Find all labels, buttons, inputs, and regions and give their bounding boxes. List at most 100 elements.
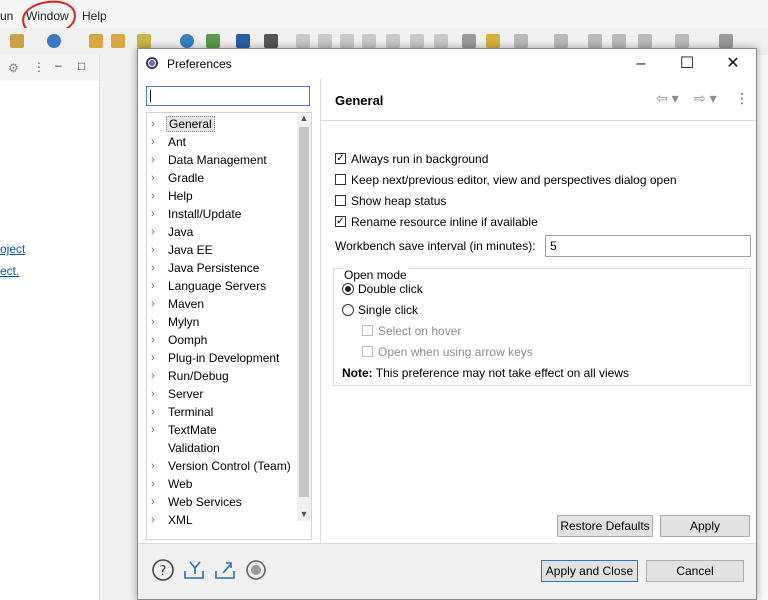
- tree-item-general[interactable]: › General: [147, 115, 297, 133]
- tree-item-mylyn[interactable]: › Mylyn: [147, 313, 297, 331]
- menu-run[interactable]: un: [0, 9, 13, 23]
- last-edit-icon[interactable]: [588, 34, 602, 48]
- expand-chevron-icon[interactable]: ›: [151, 223, 155, 241]
- tree-vertical-scrollbar[interactable]: ▲ ▼: [297, 113, 311, 521]
- import-icon[interactable]: [182, 558, 206, 582]
- checkbox-box[interactable]: [335, 195, 346, 206]
- globe-icon[interactable]: [180, 34, 194, 48]
- menu-help[interactable]: Help: [82, 9, 107, 23]
- checkbox-box[interactable]: [335, 174, 346, 185]
- tree-item-web-services[interactable]: › Web Services: [147, 493, 297, 511]
- tree-item-language-servers[interactable]: › Language Servers: [147, 277, 297, 295]
- tree-item-java[interactable]: › Java: [147, 223, 297, 241]
- expand-chevron-icon[interactable]: ›: [151, 205, 155, 223]
- link-project[interactable]: oject: [0, 242, 25, 256]
- expand-chevron-icon[interactable]: ›: [151, 115, 155, 133]
- run-icon[interactable]: [206, 34, 220, 48]
- console-icon[interactable]: [236, 34, 250, 48]
- expand-chevron-icon[interactable]: ›: [151, 313, 155, 331]
- expand-chevron-icon[interactable]: ›: [151, 385, 155, 403]
- minimize-icon[interactable]: –: [55, 58, 62, 72]
- forward-arrow-icon[interactable]: ⇨ ▾: [694, 90, 717, 107]
- pin-icon[interactable]: [137, 34, 151, 48]
- tree-item-java-ee[interactable]: › Java EE: [147, 241, 297, 259]
- close-button[interactable]: ✕: [710, 49, 756, 79]
- open-project-icon[interactable]: [111, 34, 125, 48]
- tree-item-data-management[interactable]: › Data Management: [147, 151, 297, 169]
- step-return-icon[interactable]: [434, 34, 448, 48]
- filter-input[interactable]: [146, 86, 310, 106]
- back-icon[interactable]: [638, 34, 652, 48]
- tree-item-run-debug[interactable]: › Run/Debug: [147, 367, 297, 385]
- scroll-thumb[interactable]: [299, 127, 309, 497]
- tree-item-oomph[interactable]: › Oomph: [147, 331, 297, 349]
- back-arrow-icon[interactable]: ⇦ ▾: [656, 90, 679, 107]
- save-interval-input[interactable]: 5: [545, 235, 751, 257]
- maximize-button[interactable]: ☐: [664, 49, 710, 79]
- more-icon[interactable]: ⋮: [33, 60, 45, 74]
- expand-chevron-icon[interactable]: ›: [151, 511, 155, 529]
- export-icon[interactable]: [213, 558, 237, 582]
- tree-item-gradle[interactable]: › Gradle: [147, 169, 297, 187]
- tree-item-validation[interactable]: Validation: [147, 439, 297, 457]
- checkbox-box[interactable]: ✓: [335, 216, 346, 227]
- tree-item-plug-in-development[interactable]: › Plug-in Development: [147, 349, 297, 367]
- tree-item-java-persistence[interactable]: › Java Persistence: [147, 259, 297, 277]
- checkbox-box[interactable]: ✓: [335, 153, 346, 164]
- expand-chevron-icon[interactable]: ›: [151, 241, 155, 259]
- expand-chevron-icon[interactable]: ›: [151, 151, 155, 169]
- tree-item-maven[interactable]: › Maven: [147, 295, 297, 313]
- tree-item-textmate[interactable]: › TextMate: [147, 421, 297, 439]
- radio-dot[interactable]: [342, 304, 354, 316]
- apply-and-close-button[interactable]: Apply and Close: [541, 560, 638, 582]
- expand-chevron-icon[interactable]: ›: [151, 421, 155, 439]
- expand-chevron-icon[interactable]: ›: [151, 187, 155, 205]
- link-project-2[interactable]: ect.: [0, 264, 19, 278]
- expand-chevron-icon[interactable]: ›: [151, 133, 155, 151]
- new-server-icon[interactable]: [47, 34, 61, 48]
- tree-item-terminal[interactable]: › Terminal: [147, 403, 297, 421]
- radio-dot[interactable]: [342, 283, 354, 295]
- restore-defaults-button[interactable]: Restore Defaults: [557, 515, 653, 537]
- maximize-icon[interactable]: □: [78, 59, 85, 73]
- expand-chevron-icon[interactable]: ›: [151, 349, 155, 367]
- expand-chevron-icon[interactable]: ›: [151, 403, 155, 421]
- new-icon[interactable]: [10, 34, 24, 48]
- record-icon[interactable]: [244, 558, 268, 582]
- next-annotation-icon[interactable]: [514, 34, 528, 48]
- resume-icon[interactable]: [296, 34, 310, 48]
- tree-item-ant[interactable]: › Ant: [147, 133, 297, 151]
- expand-chevron-icon[interactable]: ›: [151, 457, 155, 475]
- expand-chevron-icon[interactable]: ›: [151, 295, 155, 313]
- tree-item-web[interactable]: › Web: [147, 475, 297, 493]
- open-folder-icon[interactable]: [89, 34, 103, 48]
- tree-item-help[interactable]: › Help: [147, 187, 297, 205]
- forward-icon[interactable]: [675, 34, 689, 48]
- expand-chevron-icon[interactable]: ›: [151, 367, 155, 385]
- step-over-icon[interactable]: [410, 34, 424, 48]
- disconnect-icon[interactable]: [362, 34, 376, 48]
- help-icon[interactable]: ?: [151, 558, 175, 582]
- scroll-down-icon[interactable]: ▼: [297, 509, 311, 521]
- suspend-icon[interactable]: [318, 34, 332, 48]
- marker-icon[interactable]: [486, 34, 500, 48]
- pin-editor-icon[interactable]: [612, 34, 626, 48]
- list-icon[interactable]: [462, 34, 476, 48]
- view-menu-icon[interactable]: ⚙: [8, 61, 19, 75]
- tree-item-version-control-team[interactable]: › Version Control (Team): [147, 457, 297, 475]
- apply-button[interactable]: Apply: [660, 515, 750, 537]
- expand-chevron-icon[interactable]: ›: [151, 475, 155, 493]
- scroll-up-icon[interactable]: ▲: [297, 113, 311, 125]
- expand-chevron-icon[interactable]: ›: [151, 331, 155, 349]
- tree-item-install-update[interactable]: › Install/Update: [147, 205, 297, 223]
- tree-item-server[interactable]: › Server: [147, 385, 297, 403]
- terminate-icon[interactable]: [340, 34, 354, 48]
- expand-chevron-icon[interactable]: ›: [151, 169, 155, 187]
- expand-chevron-icon[interactable]: ›: [151, 493, 155, 511]
- cancel-button[interactable]: Cancel: [646, 560, 744, 582]
- view-menu-icon[interactable]: ⋮: [735, 90, 749, 107]
- step-into-icon[interactable]: [386, 34, 400, 48]
- prev-annotation-icon[interactable]: [554, 34, 568, 48]
- search-icon[interactable]: [264, 34, 278, 48]
- perspective-icon[interactable]: [719, 34, 733, 48]
